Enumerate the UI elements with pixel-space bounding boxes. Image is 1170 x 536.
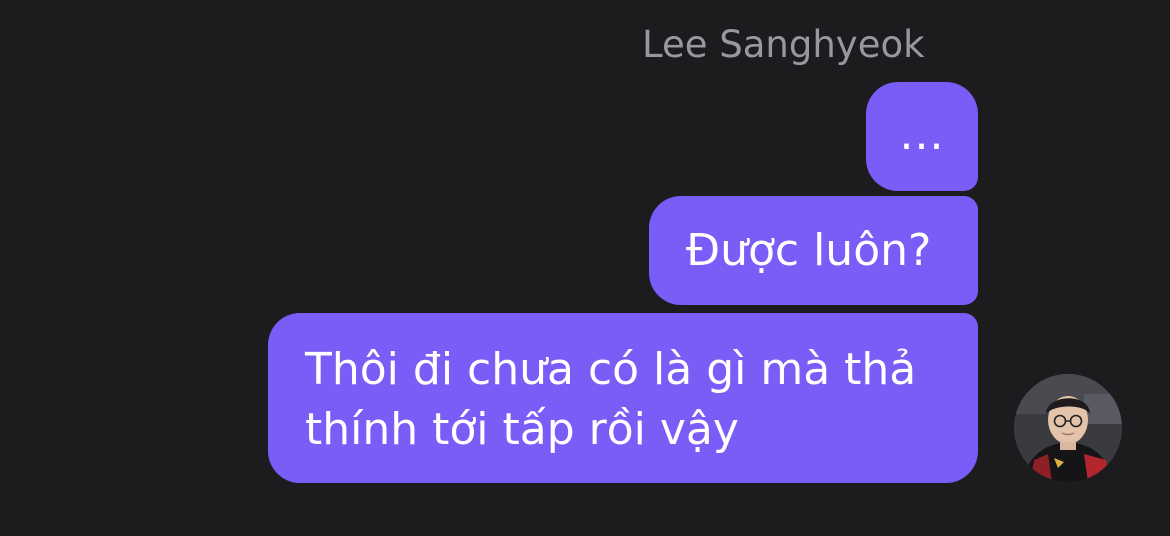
avatar[interactable]	[1014, 374, 1122, 482]
message-bubble[interactable]: Thôi đi chưa có là gì mà thả thính tới t…	[268, 313, 978, 483]
sender-name: Lee Sanghyeok	[642, 23, 925, 66]
message-text: ...	[899, 109, 945, 160]
message-text: Thôi đi chưa có là gì mà thả thính tới t…	[305, 344, 917, 455]
message-bubble[interactable]: Được luôn?	[649, 196, 978, 305]
message-text: Được luôn?	[686, 225, 932, 276]
profile-photo-icon	[1014, 374, 1122, 482]
message-bubble[interactable]: ...	[866, 82, 978, 191]
